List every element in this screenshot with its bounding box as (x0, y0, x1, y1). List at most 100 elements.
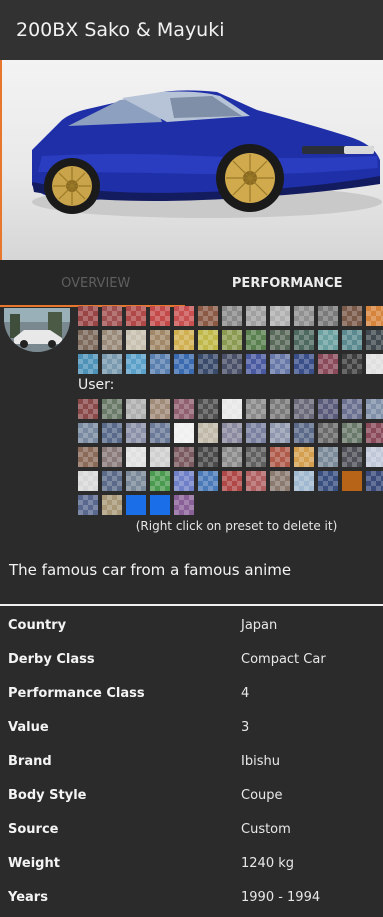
user-color-swatch[interactable] (174, 471, 194, 491)
preset-color-swatch[interactable] (126, 354, 146, 374)
preset-color-swatch[interactable] (366, 330, 383, 350)
user-color-swatch[interactable] (150, 447, 170, 467)
user-color-swatch[interactable] (294, 399, 314, 419)
user-color-swatch[interactable] (150, 399, 170, 419)
user-color-swatch[interactable] (366, 447, 383, 467)
preset-color-swatch[interactable] (342, 354, 362, 374)
user-color-swatch[interactable] (102, 423, 122, 443)
user-color-swatch[interactable] (198, 471, 218, 491)
preset-color-swatch[interactable] (150, 330, 170, 350)
preset-color-swatch[interactable] (78, 306, 98, 326)
user-color-swatch[interactable] (198, 399, 218, 419)
user-color-swatch[interactable] (78, 471, 98, 491)
user-color-swatch[interactable] (150, 423, 170, 443)
preset-color-swatch[interactable] (198, 306, 218, 326)
preset-color-swatch[interactable] (366, 354, 383, 374)
user-color-swatch[interactable] (366, 423, 383, 443)
preset-color-swatch[interactable] (246, 354, 266, 374)
user-color-swatch[interactable] (318, 447, 338, 467)
config-thumbnail[interactable] (4, 308, 70, 352)
preset-color-swatch[interactable] (174, 306, 194, 326)
preset-color-swatch[interactable] (270, 354, 290, 374)
preset-color-swatch[interactable] (174, 354, 194, 374)
user-color-swatch[interactable] (174, 447, 194, 467)
preset-color-swatch[interactable] (294, 330, 314, 350)
user-color-swatch[interactable] (318, 399, 338, 419)
user-color-swatch[interactable] (102, 399, 122, 419)
user-color-swatch[interactable] (102, 495, 122, 515)
preset-color-swatch[interactable] (222, 354, 242, 374)
user-color-swatch[interactable] (270, 471, 290, 491)
user-color-swatch[interactable] (318, 423, 338, 443)
preset-color-swatch[interactable] (294, 306, 314, 326)
user-color-swatch[interactable] (366, 399, 383, 419)
preset-color-swatch[interactable] (126, 330, 146, 350)
preset-color-swatch[interactable] (222, 330, 242, 350)
preset-color-swatch[interactable] (318, 330, 338, 350)
tab-overview[interactable]: OVERVIEW (0, 260, 192, 306)
preset-color-swatch[interactable] (294, 354, 314, 374)
user-color-swatch[interactable] (126, 399, 146, 419)
user-color-swatch[interactable] (174, 423, 194, 443)
preset-color-swatch[interactable] (318, 306, 338, 326)
user-color-swatch[interactable] (246, 423, 266, 443)
user-color-swatch[interactable] (150, 495, 170, 515)
preset-color-swatch[interactable] (246, 330, 266, 350)
preset-color-swatch[interactable] (270, 306, 290, 326)
preset-color-swatch[interactable] (78, 354, 98, 374)
user-color-swatch[interactable] (294, 471, 314, 491)
user-color-swatch[interactable] (102, 447, 122, 467)
tab-performance[interactable]: PERFORMANCE (192, 260, 383, 306)
user-color-swatch[interactable] (126, 471, 146, 491)
preset-color-swatch[interactable] (246, 306, 266, 326)
user-color-swatch[interactable] (342, 399, 362, 419)
user-color-swatch[interactable] (126, 495, 146, 515)
preset-color-swatch[interactable] (126, 306, 146, 326)
user-color-swatch[interactable] (222, 471, 242, 491)
user-color-swatch[interactable] (270, 399, 290, 419)
preset-color-swatch[interactable] (150, 306, 170, 326)
user-color-swatch[interactable] (222, 399, 242, 419)
user-color-swatch[interactable] (102, 471, 122, 491)
preset-color-swatch[interactable] (102, 330, 122, 350)
user-color-swatch[interactable] (150, 471, 170, 491)
user-color-swatch[interactable] (198, 423, 218, 443)
user-color-swatch[interactable] (294, 447, 314, 467)
preset-color-swatch[interactable] (366, 306, 383, 326)
info-label: Derby Class (8, 651, 95, 667)
preset-color-swatch[interactable] (222, 306, 242, 326)
user-color-swatch[interactable] (126, 447, 146, 467)
preset-color-swatch[interactable] (102, 354, 122, 374)
preset-color-swatch[interactable] (270, 330, 290, 350)
user-color-swatch[interactable] (318, 471, 338, 491)
user-color-swatch[interactable] (270, 447, 290, 467)
preset-color-swatch[interactable] (198, 330, 218, 350)
preset-color-swatch[interactable] (198, 354, 218, 374)
user-color-swatch[interactable] (366, 471, 383, 491)
user-color-swatch[interactable] (174, 495, 194, 515)
user-color-swatch[interactable] (78, 423, 98, 443)
user-color-swatch[interactable] (342, 471, 362, 491)
preset-color-swatch[interactable] (174, 330, 194, 350)
user-color-swatch[interactable] (246, 447, 266, 467)
user-color-swatch[interactable] (342, 447, 362, 467)
preset-color-swatch[interactable] (102, 306, 122, 326)
user-color-swatch[interactable] (78, 399, 98, 419)
user-color-swatch[interactable] (294, 423, 314, 443)
preset-color-swatch[interactable] (318, 354, 338, 374)
user-color-swatch[interactable] (78, 447, 98, 467)
user-color-swatch[interactable] (246, 399, 266, 419)
user-color-swatch[interactable] (198, 447, 218, 467)
user-color-swatch[interactable] (342, 423, 362, 443)
user-color-swatch[interactable] (270, 423, 290, 443)
user-color-swatch[interactable] (222, 447, 242, 467)
preset-color-swatch[interactable] (150, 354, 170, 374)
user-color-swatch[interactable] (78, 495, 98, 515)
user-color-swatch[interactable] (246, 471, 266, 491)
preset-color-swatch[interactable] (342, 330, 362, 350)
preset-color-swatch[interactable] (78, 330, 98, 350)
preset-color-swatch[interactable] (342, 306, 362, 326)
user-color-swatch[interactable] (126, 423, 146, 443)
user-color-swatch[interactable] (222, 423, 242, 443)
user-color-swatch[interactable] (174, 399, 194, 419)
